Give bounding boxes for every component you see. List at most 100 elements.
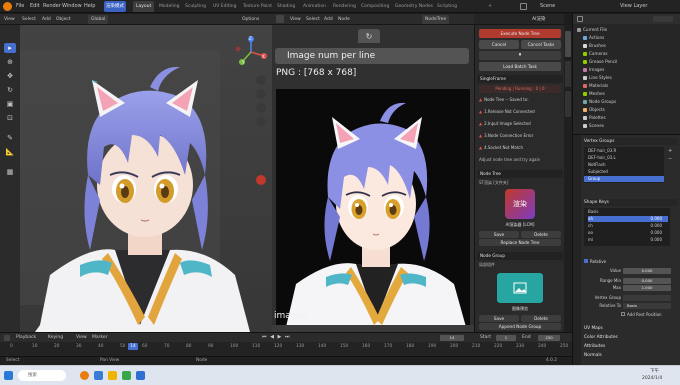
tab-sculpting[interactable]: Sculpting <box>182 1 209 12</box>
save-group-button[interactable]: Save <box>479 315 519 322</box>
rotate-tool-icon[interactable]: ↻ <box>4 85 16 95</box>
shape-key-value[interactable]: 0.000 <box>651 216 662 222</box>
shape-key-value[interactable]: 0.000 <box>651 230 662 236</box>
3d-viewport[interactable]: Z X Y <box>20 25 272 332</box>
normals-header[interactable]: Normals <box>584 352 678 359</box>
perspective-toggle-icon[interactable] <box>256 117 266 127</box>
windows-start-icon[interactable] <box>4 371 13 380</box>
viewport-menu-select[interactable]: Select <box>22 15 36 24</box>
load-batch-task-button[interactable]: Load Batch Task <box>479 62 561 71</box>
outliner-item[interactable]: Current File <box>577 26 607 33</box>
outliner-item[interactable]: Objects <box>583 106 605 113</box>
vertex-groups-header[interactable]: Vertex Groups <box>584 138 678 145</box>
scale-tool-icon[interactable]: ▣ <box>4 99 16 109</box>
list-item[interactable]: NotFlash <box>588 162 606 168</box>
tab-shading[interactable]: Shading <box>274 1 298 12</box>
editor-type-icon[interactable] <box>276 15 284 23</box>
replace-node-tree-button[interactable]: Replace Node Tree <box>479 239 561 246</box>
image-menu-node[interactable]: Node <box>338 15 350 24</box>
end-frame-field[interactable]: 250 <box>538 335 560 341</box>
blender-taskbar-icon[interactable] <box>80 371 89 380</box>
timeline-menu-view[interactable]: View <box>76 333 87 342</box>
vertex-group-field[interactable] <box>623 295 671 301</box>
execute-node-tree-button[interactable]: Execute Node Tree <box>479 29 561 38</box>
add-icon[interactable]: + <box>668 148 676 154</box>
image-preview-editor[interactable]: ↻ Image num per line PNG : [768 x 768] i… <box>272 25 474 332</box>
node-tree-name[interactable]: ST渲染 [文件夹] <box>479 179 561 187</box>
render-preset-card[interactable]: 渲染 <box>505 189 535 219</box>
relative-to-field[interactable]: Basis <box>623 303 671 309</box>
tab-rendering[interactable]: Rendering <box>330 1 359 12</box>
sidebar-tab[interactable] <box>565 31 571 57</box>
outliner-item[interactable]: Materials <box>583 82 608 89</box>
add-workspace-button[interactable]: + <box>488 2 492 11</box>
menu-render[interactable]: Render <box>43 2 61 11</box>
uv-maps-header[interactable]: UV Maps <box>584 325 678 332</box>
shape-key-row[interactable]: ch 0.000 <box>588 223 668 229</box>
rendered-image-preview[interactable] <box>276 89 470 327</box>
scene-selector[interactable]: Scene <box>540 2 555 11</box>
delete-tree-button[interactable]: Delete <box>521 231 561 238</box>
timeline-menu-keying[interactable]: Keying <box>48 333 63 342</box>
relative-checkbox[interactable]: Relative <box>584 259 606 265</box>
measure-tool-icon[interactable]: 📐 <box>4 147 16 157</box>
tab-modeling[interactable]: Modeling <box>156 1 182 12</box>
record-icon[interactable] <box>256 175 266 185</box>
list-item-selected[interactable]: Group <box>584 176 664 182</box>
shape-key-value[interactable]: 0.000 <box>651 237 662 243</box>
taskbar-search-input[interactable]: 搜索 <box>18 370 66 381</box>
sidebar-tab[interactable] <box>565 91 571 117</box>
outliner-item[interactable]: Actions <box>583 34 604 41</box>
annotate-tool-icon[interactable]: ✎ <box>4 133 16 143</box>
timeline-menu-marker[interactable]: Marker <box>92 333 108 342</box>
timeline-menu-playback[interactable]: Playback <box>16 333 36 342</box>
image-menu-add[interactable]: Add <box>324 15 333 24</box>
editor-type-icon[interactable] <box>4 335 10 341</box>
outliner-item[interactable]: Meshes <box>583 90 605 97</box>
color-attributes-header[interactable]: Color Attributes <box>584 334 678 341</box>
image-menu-view[interactable]: View <box>290 15 301 24</box>
outliner-item[interactable]: Grease Pencil <box>583 58 617 65</box>
tab-render-mode[interactable]: 渲染模式 <box>104 1 126 12</box>
append-node-group-button[interactable]: Append Node Group <box>479 323 561 330</box>
tab-layout[interactable]: Layout <box>133 1 155 12</box>
display-mode-icon[interactable] <box>577 16 583 22</box>
start-frame-field[interactable]: 1 <box>496 335 516 341</box>
outliner-item[interactable]: Scenes <box>583 122 604 129</box>
tab-scripting[interactable]: Scripting <box>434 1 460 12</box>
shape-key-row[interactable]: ah 0.000 <box>588 216 668 222</box>
node-tree-selector[interactable]: NodeTree <box>422 15 450 24</box>
sidebar-tab[interactable] <box>565 61 571 87</box>
transform-orientation-dropdown[interactable]: Global <box>88 15 109 24</box>
shape-key-row[interactable]: mi 0.000 <box>588 237 668 243</box>
refresh-icon[interactable]: ↻ <box>358 29 380 43</box>
save-tree-button[interactable]: Save <box>479 231 519 238</box>
tab-uv-editing[interactable]: UV Editing <box>210 1 239 12</box>
browser-taskbar-icon[interactable] <box>136 371 145 380</box>
zoom-icon[interactable] <box>256 75 266 85</box>
list-item[interactable]: DEF-hair_03.L <box>588 155 616 161</box>
transform-tool-icon[interactable]: ⊡ <box>4 113 16 123</box>
add-rest-position-checkbox[interactable]: Add Rest Position <box>621 312 662 318</box>
shape-keys-header[interactable]: Shape Keys <box>584 199 678 206</box>
shape-key-value[interactable]: 0.000 <box>651 223 662 229</box>
cursor-tool-icon[interactable]: ⊕ <box>4 57 16 67</box>
shape-key-row[interactable]: Basis <box>588 209 668 215</box>
view-layer-selector[interactable]: View Layer <box>620 2 647 11</box>
app-taskbar-icon[interactable] <box>122 371 131 380</box>
menu-file[interactable]: File <box>16 2 24 11</box>
cancel-button[interactable]: Cancel <box>479 40 519 49</box>
list-item[interactable]: DEF-hair_03.R <box>588 148 616 154</box>
blender-logo-icon[interactable] <box>3 2 12 11</box>
viewport-menu-add[interactable]: Add <box>42 15 51 24</box>
cancel-tasks-button[interactable]: Cancel Tasks <box>521 40 561 49</box>
select-box-tool-icon[interactable]: ▸ <box>4 43 16 53</box>
viewport-options-dropdown[interactable]: Options <box>242 15 259 24</box>
outliner-item[interactable]: Images <box>583 66 604 73</box>
menu-edit[interactable]: Edit <box>30 2 40 11</box>
viewport-menu-view[interactable]: View <box>4 15 15 24</box>
remove-icon[interactable]: − <box>668 156 676 162</box>
timeline-scrubber[interactable]: 0 10 20 30 40 50 60 70 80 90 100 110 120 130 140 150 160… <box>0 342 572 356</box>
move-tool-icon[interactable]: ✥ <box>4 71 16 81</box>
value-field[interactable]: 0.000 <box>623 268 671 274</box>
